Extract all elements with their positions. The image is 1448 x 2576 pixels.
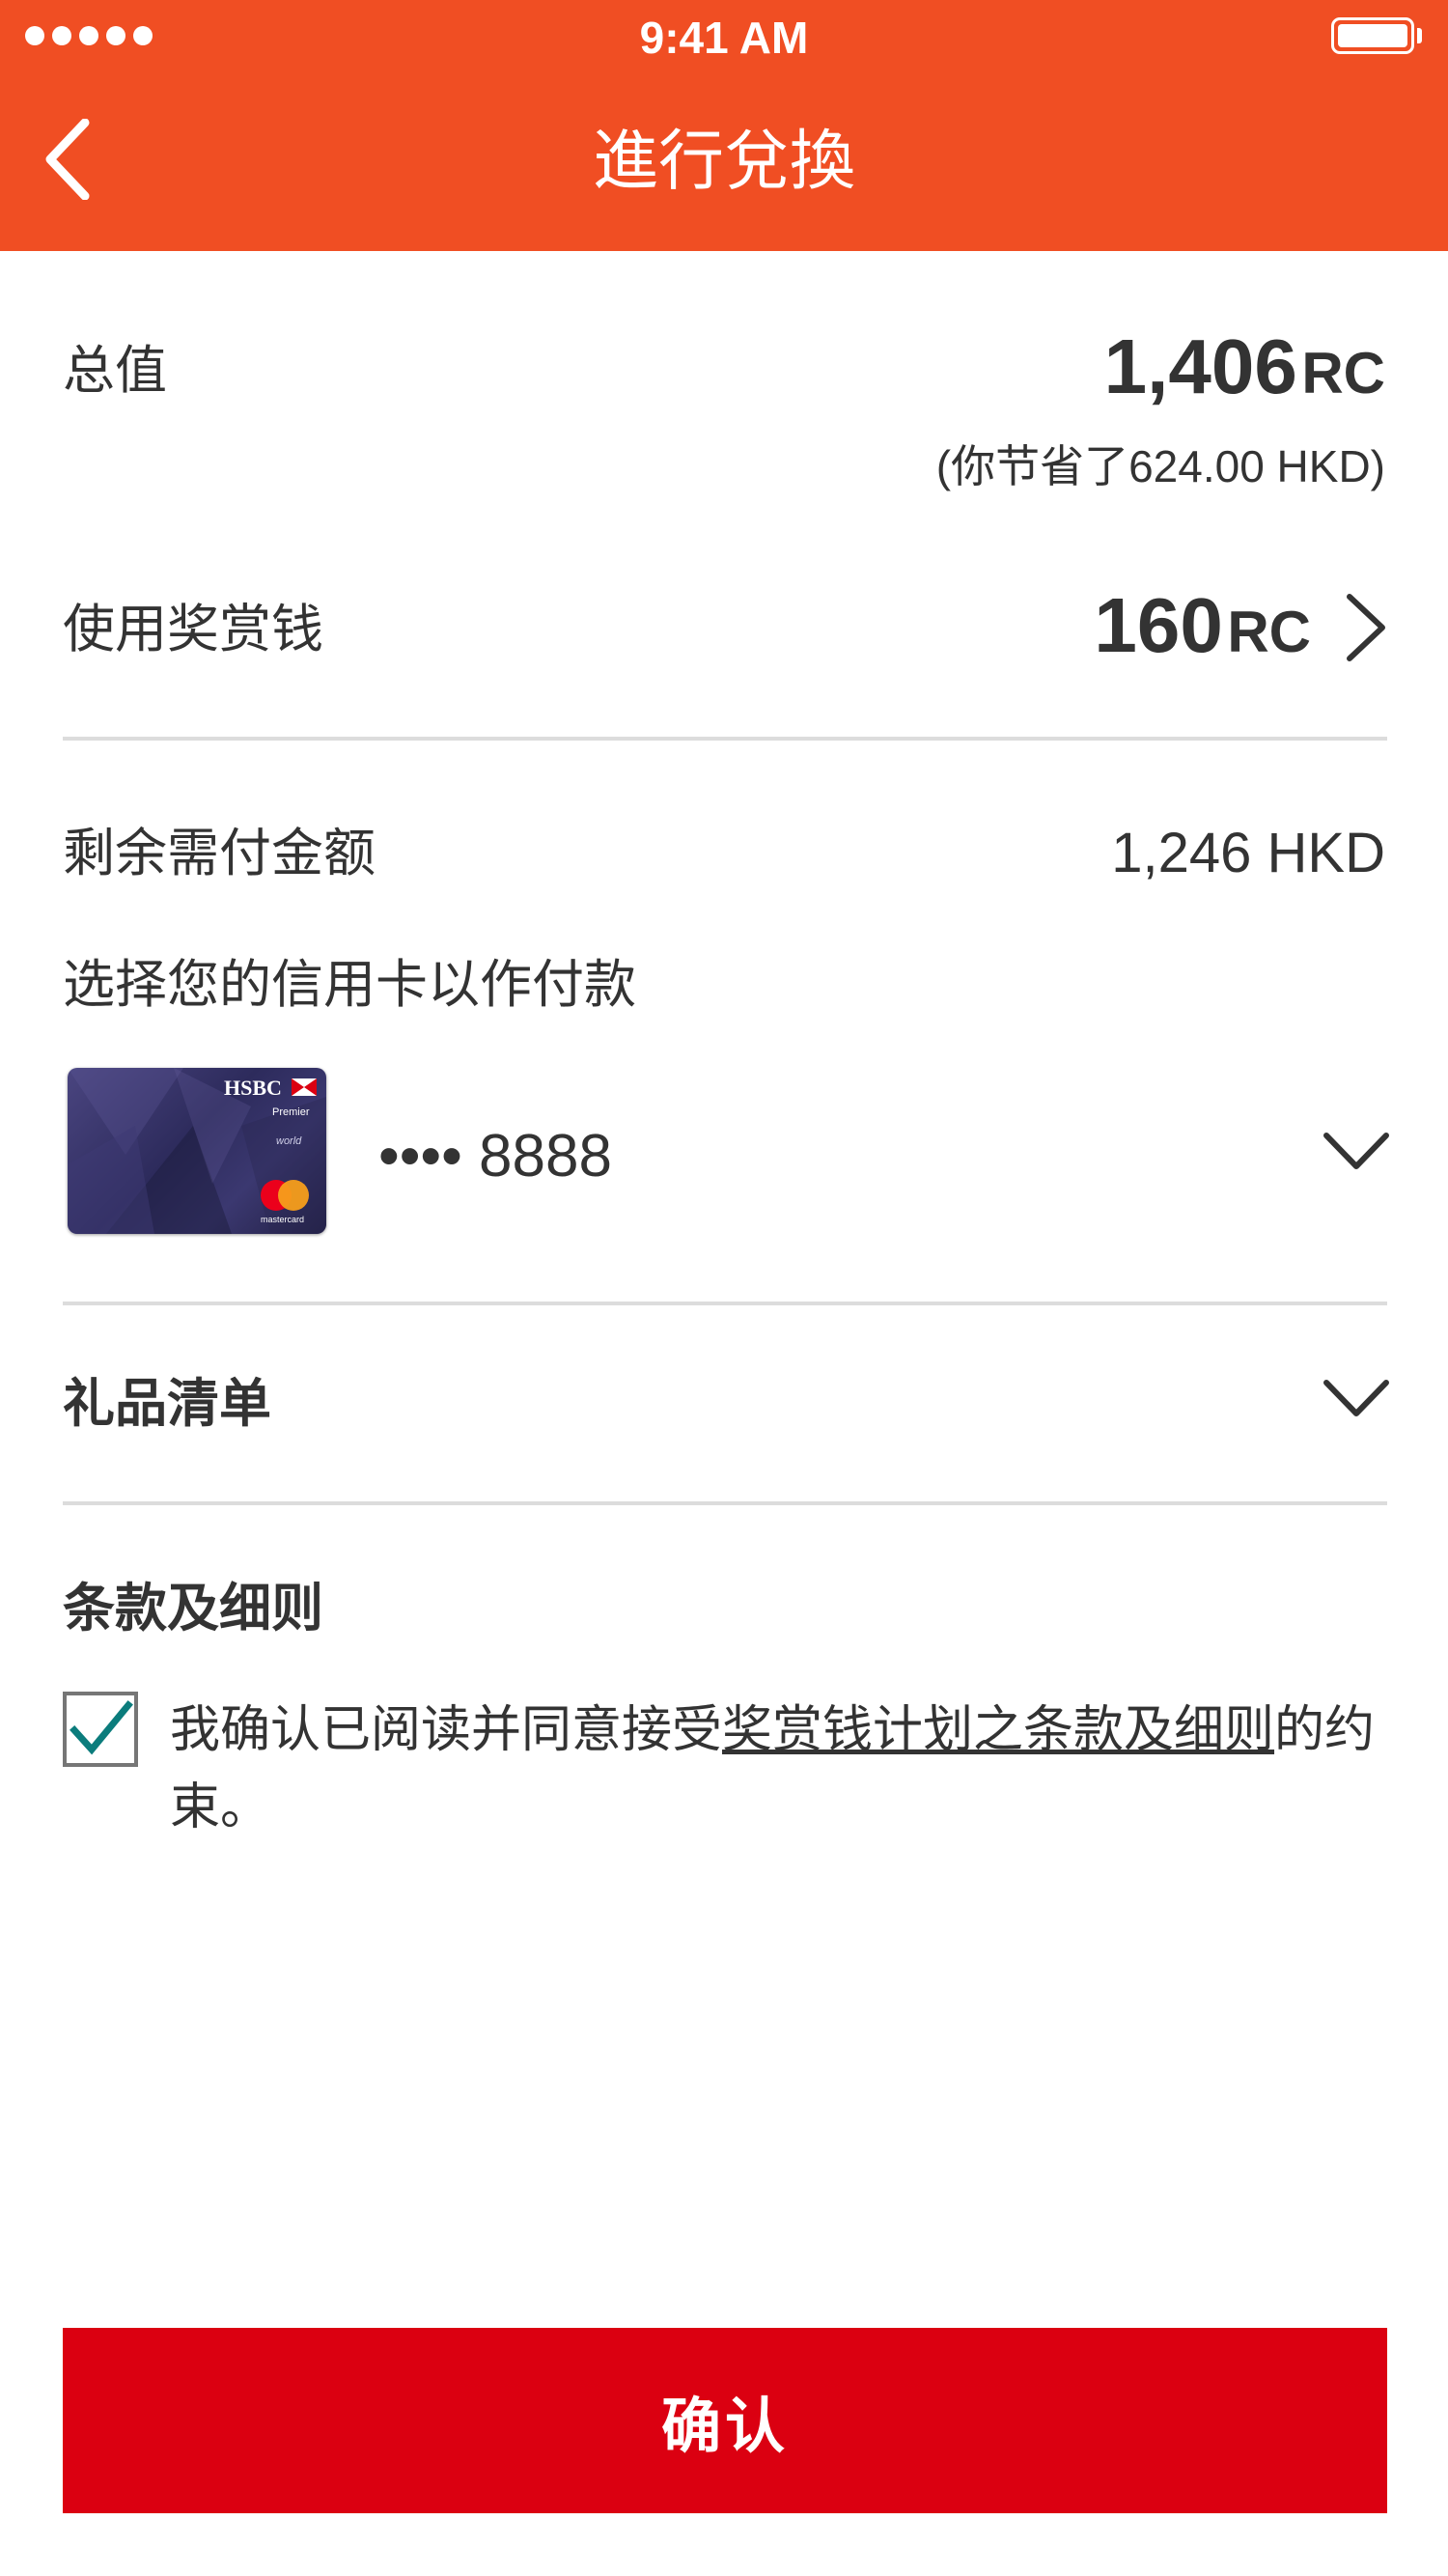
total-unit: RC <box>1301 341 1385 406</box>
total-label: 总值 <box>63 342 167 400</box>
battery-icon <box>1331 17 1414 54</box>
app-header: 9:41 AM 進行兌換 <box>0 0 1448 251</box>
card-dropdown-chevron-down-icon[interactable] <box>1323 1130 1390 1172</box>
reward-cash-unit: RC <box>1227 600 1311 664</box>
card-brand: HSBC <box>224 1076 282 1100</box>
divider <box>63 1501 1387 1505</box>
terms-link[interactable]: 奖赏钱计划之条款及细则 <box>722 1702 1274 1758</box>
card-tier: Premier <box>272 1106 310 1118</box>
total-value: 1,406 <box>1103 323 1297 409</box>
reward-cash-amount[interactable]: 160 RC <box>1094 579 1311 672</box>
terms-title: 条款及细则 <box>63 1580 323 1638</box>
total-amount: 1,406 RC <box>1104 321 1385 413</box>
page-title: 進行兌換 <box>592 125 855 198</box>
credit-card-image[interactable]: HSBC Premier world mastercard <box>68 1068 326 1234</box>
terms-text-before: 我确认已阅读并同意接受 <box>170 1702 723 1758</box>
payment-prompt: 选择您的信用卡以作付款 <box>63 956 636 1014</box>
savings-note: (你节省了624.00 HKD) <box>935 441 1385 491</box>
remaining-label: 剩余需付金额 <box>63 825 376 882</box>
divider <box>63 1302 1387 1305</box>
terms-checkbox[interactable] <box>63 1692 138 1767</box>
divider <box>63 737 1387 741</box>
card-number-masked[interactable]: •••• 8888 <box>378 1122 612 1191</box>
battery-tip <box>1417 28 1422 43</box>
card-network: mastercard <box>261 1215 305 1224</box>
status-time: 9:41 AM <box>639 13 809 63</box>
reward-cash-label: 使用奖赏钱 <box>63 601 323 658</box>
hsbc-logo-icon <box>292 1078 317 1096</box>
confirm-button[interactable]: 确认 <box>63 2328 1387 2513</box>
terms-statement: 我确认已阅读并同意接受奖赏钱计划之条款及细则的约束。 <box>170 1692 1406 1846</box>
status-bar: 9:41 AM <box>0 0 1448 77</box>
gift-list-chevron-down-icon[interactable] <box>1323 1377 1390 1419</box>
chevron-right-icon[interactable] <box>1342 591 1390 664</box>
gift-list-label[interactable]: 礼品清单 <box>63 1369 271 1439</box>
checkmark-icon <box>70 1700 133 1755</box>
card-variant: world <box>276 1135 302 1147</box>
mastercard-logo-orange <box>278 1180 309 1211</box>
remaining-value: 1,246 HKD <box>1111 822 1385 884</box>
reward-cash-value: 160 <box>1094 582 1223 668</box>
